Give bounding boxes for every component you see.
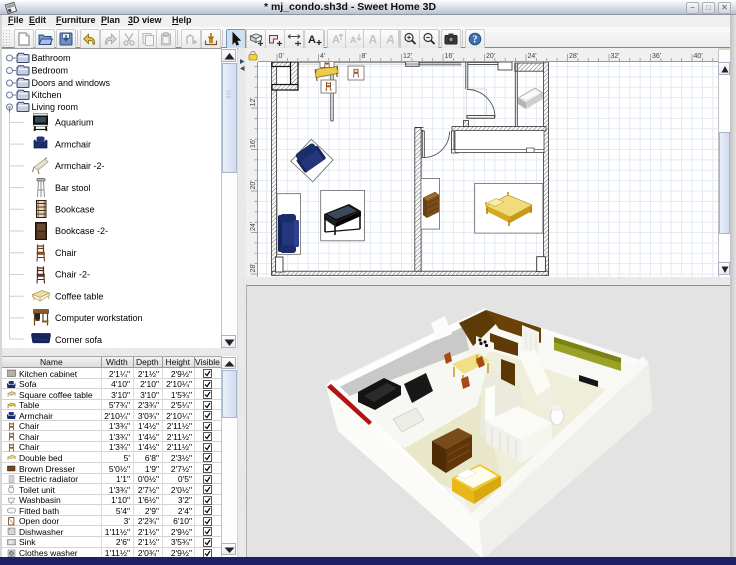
svg-text:8': 8': [362, 53, 367, 60]
svg-text:20': 20': [486, 53, 495, 60]
svg-text:24': 24': [250, 222, 257, 231]
svg-text:28': 28': [250, 263, 257, 272]
svg-text:Bedroom: Bedroom: [32, 66, 69, 76]
svg-text:32': 32': [611, 53, 620, 60]
svg-text:?: ?: [473, 35, 478, 46]
svg-text:12': 12': [250, 97, 257, 106]
svg-text:36': 36': [652, 53, 661, 60]
svg-text:20': 20': [250, 180, 257, 189]
svg-text:12': 12': [403, 53, 412, 60]
svg-text:Bathroom: Bathroom: [32, 53, 71, 63]
svg-text:Bar stool: Bar stool: [55, 183, 91, 193]
svg-text:Corner sofa: Corner sofa: [55, 335, 102, 345]
svg-text:24': 24': [528, 53, 537, 60]
svg-text:Aquarium: Aquarium: [55, 118, 94, 128]
svg-text:Living room: Living room: [32, 102, 79, 112]
svg-text:Doors and windows: Doors and windows: [32, 78, 111, 88]
svg-text:A: A: [332, 34, 340, 46]
svg-text:Chair: Chair: [55, 248, 77, 258]
svg-text:Bookcase: Bookcase: [55, 205, 95, 215]
svg-text:A: A: [350, 35, 357, 45]
svg-text:4': 4': [320, 53, 325, 60]
svg-text:Chair -2-: Chair -2-: [55, 270, 90, 280]
svg-text:16': 16': [445, 53, 454, 60]
svg-text:40': 40': [694, 53, 703, 60]
svg-text:A: A: [385, 33, 395, 47]
svg-text:Armchair -2-: Armchair -2-: [55, 161, 105, 171]
svg-text:Kitchen: Kitchen: [32, 90, 62, 100]
svg-text:Computer workstation: Computer workstation: [55, 313, 143, 323]
svg-text:0': 0': [279, 53, 284, 60]
svg-text:Armchair: Armchair: [55, 139, 91, 149]
svg-text:Coffee table: Coffee table: [55, 291, 103, 301]
svg-text:Bookcase -2-: Bookcase -2-: [55, 226, 108, 236]
svg-text:28': 28': [569, 53, 578, 60]
svg-text:A: A: [369, 33, 378, 47]
svg-text:16': 16': [250, 139, 257, 148]
svg-text:A: A: [308, 34, 316, 46]
